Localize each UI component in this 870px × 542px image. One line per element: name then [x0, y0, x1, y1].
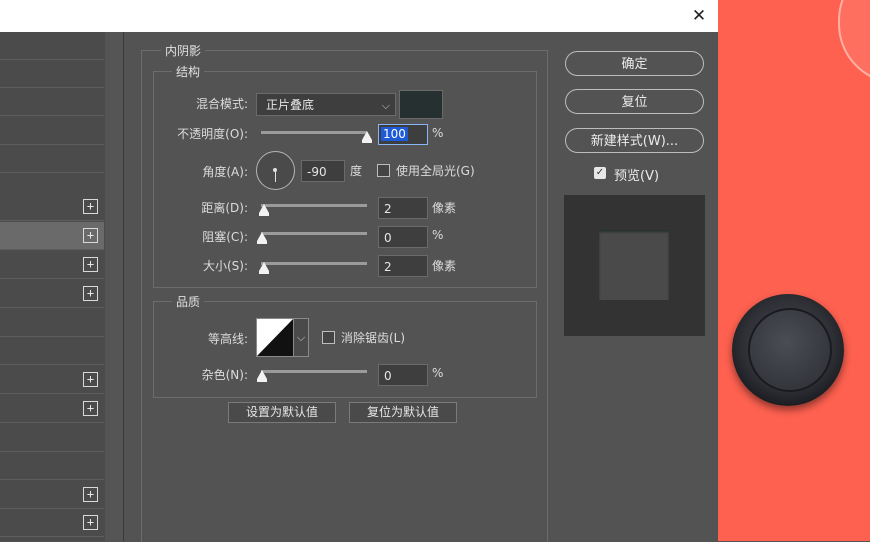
choke-slider-thumb[interactable] [257, 232, 267, 244]
new-style-button[interactable]: 新建样式(W)... [565, 128, 704, 153]
preview-checkbox[interactable]: ✓ [594, 167, 606, 179]
joystick-cap [748, 308, 832, 392]
background-device [718, 0, 870, 541]
reset-default-button[interactable]: 复位为默认值 [349, 402, 457, 423]
opacity-input[interactable]: 100 [378, 124, 428, 145]
shadow-color-swatch[interactable] [399, 90, 443, 119]
section-title: 内阴影 [161, 42, 206, 59]
list-item[interactable] [0, 117, 104, 145]
plus-icon[interactable]: + [83, 372, 98, 387]
list-item[interactable]: + [0, 509, 104, 537]
size-input[interactable]: 2 [378, 255, 428, 277]
distance-input[interactable]: 2 [378, 197, 428, 219]
distance-slider[interactable] [261, 204, 367, 207]
choke-input[interactable]: 0 [378, 226, 428, 248]
noise-label: 杂色(N): [201, 368, 248, 382]
plus-icon[interactable]: + [83, 487, 98, 502]
plus-icon[interactable]: + [83, 286, 98, 301]
chevron-down-icon: ⌵ [381, 99, 390, 112]
angle-unit: 度 [350, 164, 363, 178]
list-item[interactable] [0, 309, 104, 337]
global-light-label: 使用全局光(G) [396, 164, 475, 178]
list-item[interactable]: + [0, 251, 104, 279]
size-unit: 像素 [432, 259, 457, 273]
list-item-selected[interactable]: + [0, 222, 104, 250]
size-slider[interactable] [261, 262, 367, 265]
noise-slider-thumb[interactable] [257, 370, 267, 382]
plus-icon[interactable]: + [83, 199, 98, 214]
angle-dial[interactable] [256, 151, 295, 190]
distance-unit: 像素 [432, 201, 457, 215]
list-item[interactable] [0, 60, 104, 88]
plus-icon[interactable]: + [83, 257, 98, 272]
global-light-checkbox[interactable] [377, 164, 390, 177]
list-item[interactable]: + [0, 366, 104, 394]
device-corner [838, 0, 870, 84]
blend-mode-value: 正片叠底 [266, 98, 315, 112]
anti-alias-label: 消除锯齿(L) [341, 331, 406, 345]
list-item[interactable] [0, 424, 104, 452]
structure-title: 结构 [172, 63, 205, 80]
ok-button[interactable]: 确定 [565, 51, 704, 76]
opacity-label: 不透明度(O): [177, 127, 248, 141]
joystick-icon [732, 294, 844, 406]
size-label: 大小(S): [202, 259, 248, 273]
angle-label: 角度(A): [202, 165, 248, 179]
size-slider-thumb[interactable] [259, 262, 269, 274]
quality-title: 品质 [172, 293, 205, 310]
choke-label: 阻塞(C): [202, 230, 248, 244]
list-scrollbar[interactable] [105, 32, 123, 541]
distance-slider-thumb[interactable] [259, 204, 269, 216]
distance-label: 距离(D): [201, 201, 248, 215]
list-item[interactable]: + [0, 280, 104, 308]
list-item[interactable]: + [0, 193, 104, 221]
preview-box [564, 195, 705, 336]
list-item[interactable]: + [0, 481, 104, 509]
make-default-button[interactable]: 设置为默认值 [228, 402, 336, 423]
choke-slider[interactable] [261, 232, 367, 235]
blend-mode-label: 混合模式: [195, 97, 248, 111]
plus-icon[interactable]: + [83, 515, 98, 530]
opacity-unit: % [432, 126, 444, 140]
contour-label: 等高线: [207, 332, 248, 346]
list-item[interactable] [0, 452, 104, 480]
list-item[interactable] [0, 88, 104, 116]
reset-button[interactable]: 复位 [565, 89, 704, 114]
blend-mode-select[interactable]: 正片叠底 ⌵ [256, 93, 396, 116]
contour-dropdown-icon[interactable]: ⌵ [293, 318, 309, 357]
preview-sample [599, 230, 669, 300]
preview-label: 预览(V) [614, 169, 660, 184]
angle-input[interactable]: -90 [301, 160, 345, 182]
noise-slider[interactable] [261, 370, 367, 373]
choke-unit: % [432, 228, 444, 242]
list-item[interactable]: + [0, 395, 104, 423]
opacity-slider[interactable] [261, 131, 367, 134]
dialog-title-bar: ✕ [0, 0, 718, 32]
close-icon[interactable]: ✕ [688, 5, 710, 27]
contour-preview[interactable] [256, 318, 294, 357]
plus-icon[interactable]: + [83, 401, 98, 416]
quality-group [153, 301, 537, 398]
plus-icon[interactable]: + [83, 228, 98, 243]
list-item[interactable] [0, 145, 104, 173]
anti-alias-checkbox[interactable] [322, 331, 335, 344]
noise-unit: % [432, 366, 444, 380]
opacity-value: 100 [381, 127, 408, 141]
list-item[interactable] [0, 32, 104, 60]
list-item[interactable] [0, 337, 104, 365]
noise-input[interactable]: 0 [378, 364, 428, 386]
opacity-slider-thumb[interactable] [362, 131, 372, 143]
